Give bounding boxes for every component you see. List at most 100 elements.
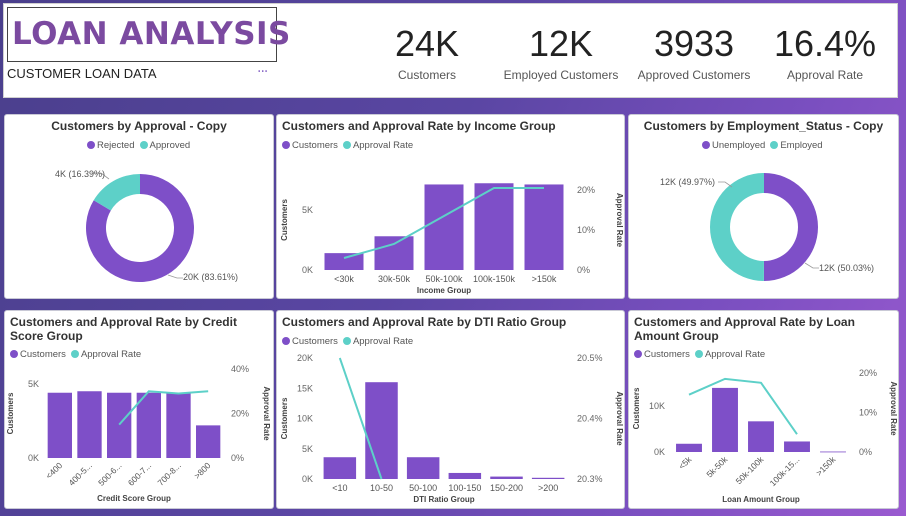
- y-axis-label: Customers: [632, 387, 641, 429]
- bar: [424, 184, 464, 270]
- bar: [166, 392, 191, 458]
- page-title: LOAN ANALYSIS: [12, 16, 291, 52]
- y-axis-label: Customers: [280, 397, 289, 439]
- kpi-customers: 24K Customers: [362, 22, 492, 82]
- x-axis-label: Loan Amount Group: [722, 495, 800, 504]
- combo-chart: 0K 10K 0% 10% 20% <5k 5k-50k 50k-100k 100k-15...…: [632, 368, 898, 504]
- chart-card-approval[interactable]: Customers by Approval - Copy Rejected App…: [4, 114, 274, 299]
- kpi-value: 24K: [394, 23, 460, 64]
- data-label: 4K (16.39%): [55, 169, 105, 179]
- y2-tick-label: 20%: [231, 409, 249, 419]
- header-panel: LOAN ANALYSIS CUSTOMER LOAN DATA ··· 24K…: [3, 3, 898, 98]
- x-tick-label: 50-100: [409, 483, 437, 493]
- y-axis-label: Customers: [280, 199, 289, 241]
- y-axis-label: Customers: [6, 392, 15, 434]
- x-axis-label: Income Group: [417, 286, 471, 295]
- y2-tick-label: 0%: [859, 447, 872, 457]
- y-tick-label: 20K: [297, 353, 313, 363]
- y-tick-label: 10K: [297, 414, 313, 424]
- y2-tick-label: 10%: [859, 407, 877, 417]
- pie-slice: [763, 173, 818, 281]
- kpi-employed-customers: 12K Employed Customers: [496, 22, 626, 82]
- leader-line: [167, 274, 183, 279]
- y-tick-label: 0K: [28, 453, 39, 463]
- y-tick-label: 15K: [297, 383, 313, 393]
- bar: [712, 387, 738, 452]
- x-axis-label: Credit Score Group: [97, 494, 171, 503]
- kpi-value: 16.4%: [773, 23, 877, 64]
- x-tick-label: 150-200: [490, 483, 523, 493]
- combo-chart: 0K 5K 0% 10% 20% <30k 30k-50k 50k-100k 100k-150k…: [280, 183, 624, 295]
- pie-slice: [709, 173, 764, 281]
- donut-chart: 12K (50.03%) 12K (49.97%): [660, 173, 874, 281]
- x-tick-label: 400-5...: [66, 460, 93, 487]
- bar: [524, 184, 564, 270]
- x-tick-label: <30k: [334, 274, 354, 284]
- bar: [324, 253, 364, 270]
- chart-card-dti[interactable]: Customers and Approval Rate by DTI Ratio…: [276, 310, 625, 509]
- x-tick-label: 100-150: [448, 483, 481, 493]
- bar: [784, 441, 810, 452]
- y2-tick-label: 10%: [577, 225, 595, 235]
- combo-chart: 0K 5K 10K 15K 20K 20.3% 20.4% 20.5% <10 10-50 50-1…: [280, 353, 624, 504]
- kpi-label: Approved Customers: [637, 68, 751, 82]
- chart-card-loan-amount[interactable]: Customers and Approval Rate by Loan Amou…: [628, 310, 899, 509]
- approval-rate-line: [118, 390, 209, 426]
- x-tick-label: <10: [332, 483, 347, 493]
- x-tick-label: >150k: [532, 274, 557, 284]
- x-tick-label: >150k: [814, 454, 838, 478]
- chart-card-employment[interactable]: Customers by Employment_Status - Copy Un…: [628, 114, 899, 299]
- x-tick-label: <400: [44, 460, 65, 481]
- x-tick-label: 50k-100k: [425, 274, 463, 284]
- y2-axis-label: Approval Rate: [615, 193, 624, 248]
- combo-chart: 0K 5K 0% 20% 40% <400 400-5... 500-6... 600-7...…: [6, 364, 271, 503]
- x-tick-label: <5k: [676, 454, 693, 471]
- y-tick-label: 10K: [649, 401, 665, 411]
- bar: [77, 391, 102, 458]
- more-options-icon[interactable]: ···: [257, 64, 268, 80]
- kpi-approved-customers: 3933 Approved Customers: [629, 22, 759, 82]
- y2-tick-label: 20.4%: [577, 414, 603, 424]
- page-subtitle: CUSTOMER LOAN DATA: [7, 66, 157, 81]
- donut-chart: 20K (83.61%) 4K (16.39%): [55, 169, 238, 282]
- y2-tick-label: 40%: [231, 364, 249, 374]
- bar: [448, 472, 482, 479]
- y-tick-label: 0K: [302, 265, 313, 275]
- bar: [196, 425, 221, 458]
- bar: [107, 392, 132, 458]
- x-tick-label: 600-7...: [126, 460, 153, 487]
- data-label: 12K (50.03%): [819, 263, 874, 273]
- x-tick-label: 100k-15...: [768, 454, 802, 488]
- bar: [490, 476, 523, 479]
- bar: [136, 392, 161, 458]
- bar: [323, 457, 357, 479]
- data-label: 20K (83.61%): [183, 272, 238, 282]
- bar: [820, 451, 846, 453]
- bar: [365, 382, 398, 479]
- title-box: LOAN ANALYSIS: [7, 7, 290, 62]
- x-tick-label: 700-8...: [155, 460, 182, 487]
- y-tick-label: 0K: [302, 474, 313, 484]
- y-tick-label: 5K: [302, 444, 313, 454]
- y2-tick-label: 20.5%: [577, 353, 603, 363]
- x-tick-label: 500-6...: [96, 460, 123, 487]
- y2-tick-label: 20%: [859, 368, 877, 378]
- x-tick-label: 30k-50k: [378, 274, 411, 284]
- kpi-value: 12K: [528, 23, 594, 64]
- bar: [748, 421, 774, 452]
- x-tick-label: 10-50: [370, 483, 393, 493]
- x-tick-label: 5k-50k: [704, 454, 730, 480]
- y2-axis-label: Approval Rate: [889, 381, 898, 436]
- bar: [531, 477, 565, 479]
- kpi-value: 3933: [653, 23, 735, 64]
- chart-card-credit-score[interactable]: Customers and Approval Rate by Credit Sc…: [4, 310, 274, 509]
- y2-axis-label: Approval Rate: [262, 386, 271, 441]
- y-tick-label: 5K: [302, 205, 313, 215]
- data-label: 12K (49.97%): [660, 177, 715, 187]
- x-axis-label: DTI Ratio Group: [413, 495, 474, 504]
- bar: [406, 457, 440, 479]
- chart-card-income[interactable]: Customers and Approval Rate by Income Gr…: [276, 114, 625, 299]
- bar: [47, 392, 72, 458]
- y2-tick-label: 0%: [577, 265, 590, 275]
- y2-tick-label: 20.3%: [577, 474, 603, 484]
